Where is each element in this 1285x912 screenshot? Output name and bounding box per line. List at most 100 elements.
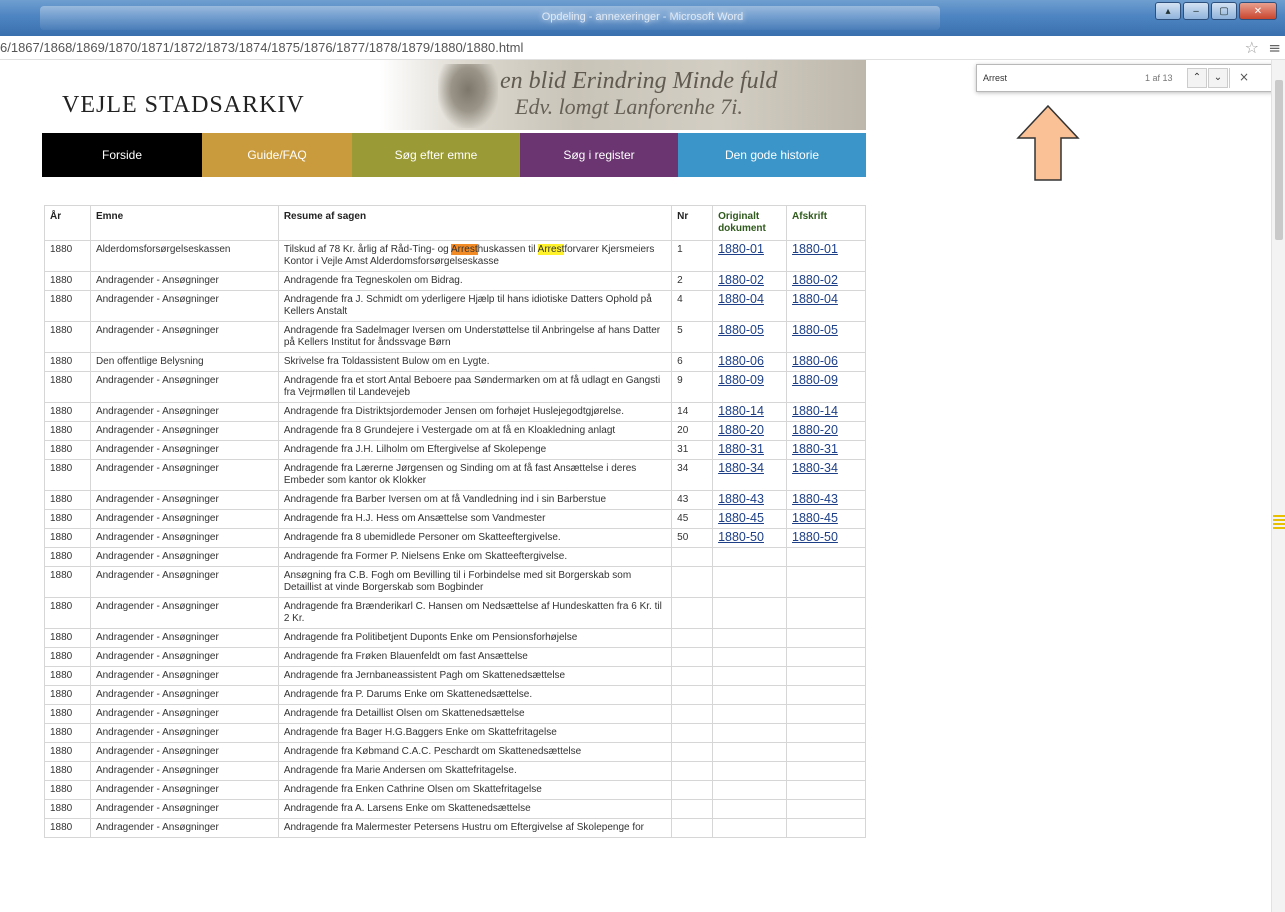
transcript-link[interactable]: 1880-04 — [792, 292, 838, 306]
cell-summary: Andragende fra Frøken Blauenfeldt om fas… — [277, 647, 673, 667]
cell-year: 1880 — [44, 440, 91, 460]
cell-summary: Andragende fra Sadelmager Iversen om Und… — [277, 321, 673, 353]
transcript-link[interactable]: 1880-06 — [792, 354, 838, 368]
cell-original — [712, 685, 788, 705]
original-document-link[interactable]: 1880-04 — [718, 292, 764, 306]
url-text[interactable]: 6/1867/1868/1869/1870/1871/1872/1873/187… — [0, 40, 523, 55]
page-scrollbar[interactable] — [1271, 60, 1285, 912]
find-previous-button[interactable]: ⌃ — [1187, 68, 1207, 88]
transcript-link[interactable]: 1880-20 — [792, 423, 838, 437]
nav-label: Søg efter emne — [394, 148, 478, 162]
nav-good-story[interactable]: Den gode historie — [678, 133, 866, 177]
original-document-link[interactable]: 1880-34 — [718, 461, 764, 475]
window-extra-button[interactable]: ▴ — [1155, 2, 1181, 20]
original-document-link[interactable]: 1880-50 — [718, 530, 764, 544]
transcript-link[interactable]: 1880-05 — [792, 323, 838, 337]
table-row: 1880 Andragender - Ansøgninger Andragende … — [44, 490, 866, 510]
find-match: Arrest — [537, 244, 565, 255]
transcript-link[interactable]: 1880-09 — [792, 373, 838, 387]
minimize-button[interactable]: ‒ — [1183, 2, 1209, 20]
cell-nr — [671, 723, 714, 743]
table-row: 1880 Andragender - Ansøgninger Andragende … — [44, 818, 866, 838]
cell-subject: Andragender - Ansøgninger — [89, 402, 279, 422]
find-match-count: 1 af 13 — [1145, 73, 1173, 83]
close-window-button[interactable]: ✕ — [1239, 2, 1277, 20]
cell-original: 1880-43 — [712, 490, 788, 510]
cell-nr: 31 — [671, 440, 714, 460]
original-document-link[interactable]: 1880-31 — [718, 442, 764, 456]
cell-transcript: 1880-50 — [786, 528, 866, 548]
cell-nr: 5 — [671, 321, 714, 353]
scrollbar-thumb[interactable] — [1275, 80, 1283, 240]
transcript-link[interactable]: 1880-45 — [792, 511, 838, 525]
cell-transcript: 1880-06 — [786, 352, 866, 372]
cell-year: 1880 — [44, 566, 91, 598]
original-document-link[interactable]: 1880-01 — [718, 242, 764, 256]
transcript-link[interactable]: 1880-14 — [792, 404, 838, 418]
nav-search-subject[interactable]: Søg efter emne — [352, 133, 520, 177]
cell-transcript — [786, 685, 866, 705]
original-document-link[interactable]: 1880-14 — [718, 404, 764, 418]
transcript-link[interactable]: 1880-43 — [792, 492, 838, 506]
transcript-link[interactable]: 1880-50 — [792, 530, 838, 544]
transcript-link[interactable]: 1880-01 — [792, 242, 838, 256]
annotation-arrow-icon — [1016, 104, 1080, 181]
cell-transcript: 1880-09 — [786, 371, 866, 403]
original-document-link[interactable]: 1880-02 — [718, 273, 764, 287]
original-document-link[interactable]: 1880-43 — [718, 492, 764, 506]
table-row: 1880 Andragender - Ansøgninger Andragende … — [44, 666, 866, 686]
table-row: 1880 Andragender - Ansøgninger Andragende … — [44, 371, 866, 403]
nav-search-register[interactable]: Søg i register — [520, 133, 678, 177]
original-document-link[interactable]: 1880-09 — [718, 373, 764, 387]
transcript-link[interactable]: 1880-31 — [792, 442, 838, 456]
nav-guide-faq[interactable]: Guide/FAQ — [202, 133, 352, 177]
original-document-link[interactable]: 1880-45 — [718, 511, 764, 525]
cell-summary: Andragende fra Detaillist Olsen om Skatt… — [277, 704, 673, 724]
bookmark-star-icon[interactable]: ☆ — [1245, 38, 1259, 57]
cell-nr: 1 — [671, 240, 714, 272]
find-next-button[interactable]: ⌄ — [1208, 68, 1228, 88]
cell-original — [712, 761, 788, 781]
cell-summary: Ansøgning fra C.B. Fogh om Bevilling til… — [277, 566, 673, 598]
original-document-link[interactable]: 1880-05 — [718, 323, 764, 337]
find-close-icon[interactable]: × — [1239, 70, 1249, 84]
col-header-subject: Emne — [89, 205, 279, 241]
cell-subject: Andragender - Ansøgninger — [89, 271, 279, 291]
nav-forside[interactable]: Forside — [42, 133, 202, 177]
transcript-link[interactable]: 1880-02 — [792, 273, 838, 287]
original-document-link[interactable]: 1880-20 — [718, 423, 764, 437]
address-bar[interactable]: 6/1867/1868/1869/1870/1871/1872/1873/187… — [0, 36, 1285, 60]
cell-nr: 9 — [671, 371, 714, 403]
table-row: 1880 Andragender - Ansøgninger Andragende … — [44, 421, 866, 441]
table-row: 1880 Andragender - Ansøgninger Andragende … — [44, 799, 866, 819]
cell-transcript: 1880-02 — [786, 271, 866, 291]
cell-transcript: 1880-45 — [786, 509, 866, 529]
site-title[interactable]: VEJLE STADSARKIV — [62, 92, 305, 119]
cell-original: 1880-02 — [712, 271, 788, 291]
cell-transcript — [786, 666, 866, 686]
cell-subject: Andragender - Ansøgninger — [89, 528, 279, 548]
cell-summary: Andragende fra J. Schmidt om yderligere … — [277, 290, 673, 322]
cell-transcript — [786, 818, 866, 838]
maximize-button[interactable]: ▢ — [1211, 2, 1237, 20]
cell-nr — [671, 780, 714, 800]
col-header-original: Originalt dokument — [712, 205, 788, 241]
cell-transcript — [786, 723, 866, 743]
cell-subject: Den offentlige Belysning — [89, 352, 279, 372]
cell-subject: Andragender - Ansøgninger — [89, 321, 279, 353]
cell-year: 1880 — [44, 490, 91, 510]
cell-nr — [671, 818, 714, 838]
table-row: 1880 Andragender - Ansøgninger Andragende … — [44, 547, 866, 567]
cell-nr — [671, 628, 714, 648]
cell-subject: Andragender - Ansøgninger — [89, 290, 279, 322]
cell-subject: Andragender - Ansøgninger — [89, 647, 279, 667]
cell-summary: Andragende fra Jernbaneassistent Pagh om… — [277, 666, 673, 686]
transcript-link[interactable]: 1880-34 — [792, 461, 838, 475]
browser-menu-icon[interactable]: ≡ — [1268, 39, 1281, 57]
nav-label: Forside — [101, 148, 142, 162]
cell-summary: Andragende fra Bager H.G.Baggers Enke om… — [277, 723, 673, 743]
cell-year: 1880 — [44, 321, 91, 353]
original-document-link[interactable]: 1880-06 — [718, 354, 764, 368]
cell-summary: Andragende fra Brænderikarl C. Hansen om… — [277, 597, 673, 629]
cell-summary: Andragende fra Distriktsjordemoder Jense… — [277, 402, 673, 422]
